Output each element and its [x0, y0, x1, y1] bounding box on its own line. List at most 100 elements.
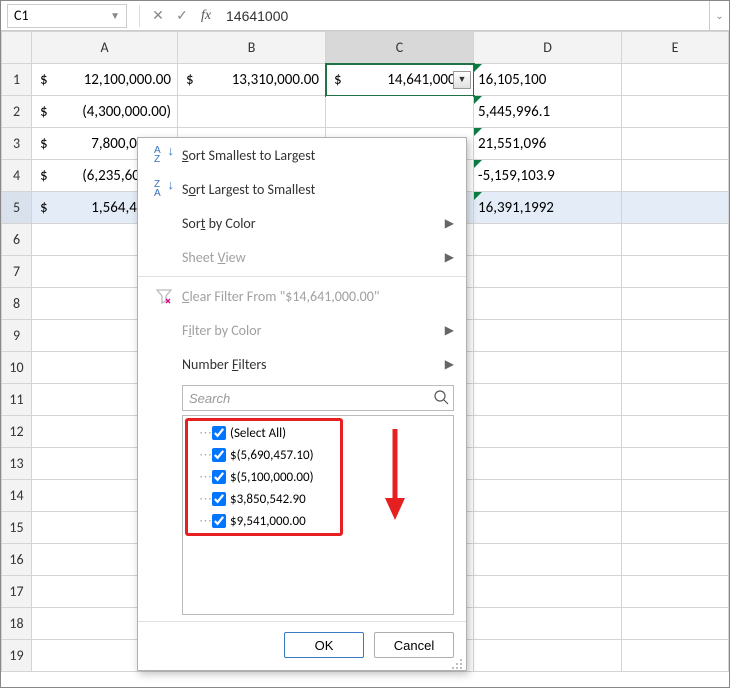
- cell[interactable]: [622, 608, 729, 640]
- cell[interactable]: [474, 224, 622, 256]
- cell[interactable]: [474, 288, 622, 320]
- cell-active[interactable]: $14,641,000.0 ▼: [326, 64, 474, 96]
- cell[interactable]: 5,445,996.1: [474, 96, 622, 128]
- row-header[interactable]: 3: [2, 128, 32, 160]
- expand-formula-bar-button[interactable]: ⌄: [709, 1, 729, 30]
- row-header[interactable]: 7: [2, 256, 32, 288]
- row-header[interactable]: 18: [2, 608, 32, 640]
- checkbox[interactable]: [212, 470, 226, 484]
- filter-dropdown-button[interactable]: ▼: [453, 71, 471, 89]
- filter-value-item[interactable]: ⋯$9,541,000.00: [189, 510, 447, 532]
- number-filters-item[interactable]: Number Filters ▶: [138, 347, 466, 381]
- cell[interactable]: [622, 320, 729, 352]
- sort-ascending-item[interactable]: AZ↓ Sort Smallest to Largest: [138, 138, 466, 172]
- cell[interactable]: [622, 224, 729, 256]
- cell[interactable]: [622, 416, 729, 448]
- col-header-c[interactable]: C: [326, 32, 474, 64]
- cell[interactable]: [622, 64, 729, 96]
- row-header[interactable]: 1: [2, 64, 32, 96]
- row-header[interactable]: 14: [2, 480, 32, 512]
- cell[interactable]: [474, 512, 622, 544]
- cell[interactable]: [622, 640, 729, 672]
- cell[interactable]: [622, 544, 729, 576]
- clear-filter-icon: [150, 288, 178, 304]
- cell[interactable]: [474, 416, 622, 448]
- checkbox[interactable]: [212, 514, 226, 528]
- checkbox[interactable]: [212, 426, 226, 440]
- cell[interactable]: 16,391,1992: [474, 192, 622, 224]
- cell[interactable]: [622, 576, 729, 608]
- cell[interactable]: [326, 96, 474, 128]
- cell[interactable]: [474, 576, 622, 608]
- cell[interactable]: [622, 288, 729, 320]
- col-header-d[interactable]: D: [474, 32, 622, 64]
- cell[interactable]: [474, 320, 622, 352]
- formula-input[interactable]: [218, 4, 709, 28]
- cell[interactable]: [622, 512, 729, 544]
- formula-bar: C1 ▼ ✕ ✓ fx ⌄: [1, 1, 729, 31]
- row-header[interactable]: 16: [2, 544, 32, 576]
- menu-label: Sort Largest to Smallest: [178, 181, 454, 198]
- cell[interactable]: [474, 384, 622, 416]
- row-header[interactable]: 15: [2, 512, 32, 544]
- row-header[interactable]: 4: [2, 160, 32, 192]
- row-header[interactable]: 5: [2, 192, 32, 224]
- sort-descending-item[interactable]: ZA↓ Sort Largest to Smallest: [138, 172, 466, 206]
- col-header-b[interactable]: B: [178, 32, 326, 64]
- cell[interactable]: [622, 480, 729, 512]
- cell[interactable]: [474, 608, 622, 640]
- cell[interactable]: [622, 96, 729, 128]
- clear-filter-item: Clear Filter From "$14,641,000.00": [138, 279, 466, 313]
- cell[interactable]: [474, 448, 622, 480]
- cell[interactable]: [622, 160, 729, 192]
- cell[interactable]: $(4,300,000.00): [32, 96, 178, 128]
- checkbox[interactable]: [212, 492, 226, 506]
- col-header-a[interactable]: A: [32, 32, 178, 64]
- row-header[interactable]: 2: [2, 96, 32, 128]
- cell[interactable]: [178, 96, 326, 128]
- cell[interactable]: [622, 384, 729, 416]
- cell[interactable]: [622, 448, 729, 480]
- sort-by-color-item[interactable]: Sort by Color ▶: [138, 206, 466, 240]
- cell[interactable]: -5,159,103.9: [474, 160, 622, 192]
- row-header[interactable]: 13: [2, 448, 32, 480]
- ok-button[interactable]: OK: [284, 632, 364, 658]
- cell[interactable]: $13,310,000.00: [178, 64, 326, 96]
- filter-value-item[interactable]: ⋯$3,850,542.90: [189, 488, 447, 510]
- cell[interactable]: [474, 352, 622, 384]
- col-header-e[interactable]: E: [622, 32, 729, 64]
- insert-function-button[interactable]: fx: [194, 4, 218, 28]
- cell[interactable]: 16,105,100: [474, 64, 622, 96]
- cell[interactable]: [622, 192, 729, 224]
- resize-grip-icon[interactable]: [452, 656, 464, 668]
- filter-by-color-item: Filter by Color ▶: [138, 313, 466, 347]
- cell[interactable]: [474, 640, 622, 672]
- row-header[interactable]: 12: [2, 416, 32, 448]
- cell[interactable]: $12,100,000.00: [32, 64, 178, 96]
- menu-label: Filter by Color: [178, 322, 445, 339]
- checkbox[interactable]: [212, 448, 226, 462]
- row-header[interactable]: 11: [2, 384, 32, 416]
- select-all-corner[interactable]: [2, 32, 32, 64]
- row-header[interactable]: 17: [2, 576, 32, 608]
- cell[interactable]: [474, 544, 622, 576]
- filter-value-item[interactable]: ⋯$(5,100,000.00): [189, 466, 447, 488]
- cancel-edit-button[interactable]: ✕: [146, 4, 170, 28]
- confirm-edit-button[interactable]: ✓: [170, 4, 194, 28]
- name-box[interactable]: C1 ▼: [7, 4, 127, 28]
- row-header[interactable]: 10: [2, 352, 32, 384]
- cancel-button[interactable]: Cancel: [374, 632, 454, 658]
- cell[interactable]: [622, 256, 729, 288]
- row-header[interactable]: 19: [2, 640, 32, 672]
- filter-value-item[interactable]: ⋯$(5,690,457.10): [189, 444, 447, 466]
- cell[interactable]: [474, 256, 622, 288]
- cell[interactable]: [474, 480, 622, 512]
- cell[interactable]: 21,551,096: [474, 128, 622, 160]
- row-header[interactable]: 8: [2, 288, 32, 320]
- row-header[interactable]: 9: [2, 320, 32, 352]
- filter-value-item[interactable]: ⋯(Select All): [189, 422, 447, 444]
- cell[interactable]: [622, 352, 729, 384]
- cell[interactable]: [622, 128, 729, 160]
- filter-search-input[interactable]: [182, 385, 454, 411]
- row-header[interactable]: 6: [2, 224, 32, 256]
